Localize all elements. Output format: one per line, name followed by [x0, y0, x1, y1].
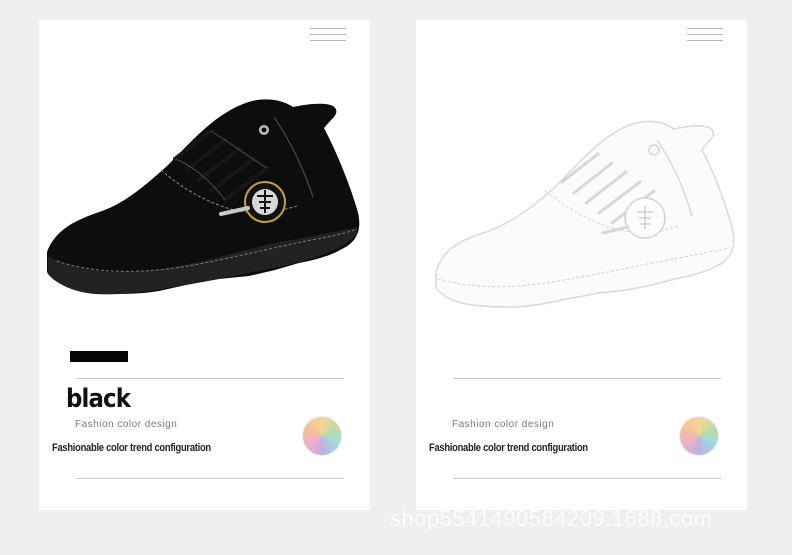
shop-watermark: shop5541490584209.1688.com: [390, 506, 713, 531]
divider-line: [76, 378, 344, 379]
tagline: Fashionable color trend configuration: [429, 442, 588, 454]
tagline: Fashionable color trend configuration: [52, 442, 211, 454]
divider-line: [76, 478, 344, 479]
black-shoe-image: [47, 99, 360, 295]
hamburger-menu-icon[interactable]: [310, 28, 346, 44]
color-name: black: [66, 384, 131, 414]
divider-line: [453, 478, 721, 479]
outline-shoe-image: [435, 120, 735, 308]
color-wheel-icon: [679, 416, 719, 456]
fashion-label: Fashion color design: [75, 419, 178, 430]
product-card-black[interactable]: black Fashion color design Fashionable c…: [39, 20, 370, 510]
hamburger-menu-icon[interactable]: [687, 28, 723, 44]
fashion-label: Fashion color design: [452, 419, 555, 430]
divider-line: [453, 378, 721, 379]
color-wheel-icon: [302, 416, 342, 456]
color-swatch-bar: [70, 351, 128, 362]
product-color-page: black Fashion color design Fashionable c…: [0, 0, 792, 555]
product-card-outline[interactable]: Fashion color design Fashionable color t…: [416, 20, 747, 510]
